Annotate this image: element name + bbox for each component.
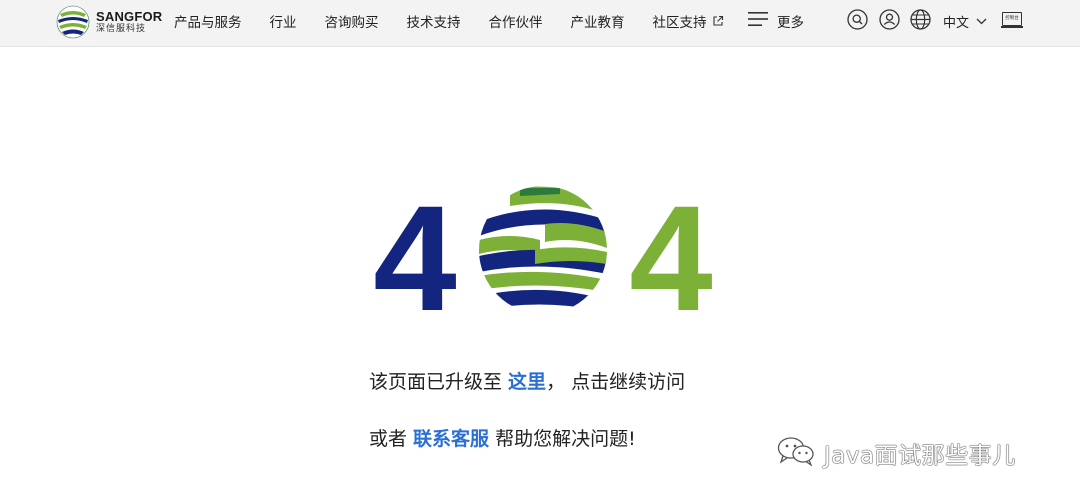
sangfor-globe-icon	[479, 186, 607, 314]
console-button[interactable]: 控制台	[1001, 12, 1023, 28]
language-select[interactable]: 中文	[943, 12, 987, 31]
chevron-down-icon	[976, 18, 987, 25]
search-button[interactable]	[846, 8, 868, 34]
sangfor-logo[interactable]: SANGFOR 深信服科技	[56, 4, 162, 40]
nav-item-tech-support[interactable]: 技术支持	[407, 11, 461, 31]
nav-item-community-label: 社区支持	[652, 15, 707, 31]
globe-icon	[909, 8, 931, 34]
external-link-icon	[712, 15, 724, 27]
error-404-graphic: 4 4	[373, 180, 712, 320]
watermark-text: Java面试那些事儿	[824, 443, 1016, 469]
site-header: SANGFOR 深信服科技 产品与服务 行业 咨询购买 技术支持 合作伙伴 产业…	[0, 0, 1080, 47]
language-globe-button[interactable]	[909, 8, 931, 34]
nav-item-consult-purchase[interactable]: 咨询购买	[325, 11, 379, 31]
wechat-icon	[776, 436, 816, 470]
search-icon	[846, 8, 868, 34]
here-link[interactable]: 这里	[508, 371, 546, 393]
more-menu-button[interactable]: 更多	[748, 11, 804, 31]
contact-message-prefix: 或者	[369, 428, 414, 450]
nav-item-community[interactable]: 社区支持	[653, 11, 724, 31]
nav-item-industry[interactable]: 行业	[270, 11, 297, 31]
nav-item-education[interactable]: 产业教育	[571, 11, 625, 31]
sangfor-globe-logo-icon	[56, 5, 90, 39]
nav-item-partners[interactable]: 合作伙伴	[489, 11, 543, 31]
error-code-digit-left: 4	[373, 180, 456, 320]
wechat-watermark: Java面试那些事儿	[776, 436, 1016, 470]
logo-subtitle-text: 深信服科技	[96, 24, 147, 34]
contact-message-suffix: 帮助您解决问题!	[489, 428, 636, 450]
more-label: 更多	[777, 15, 804, 31]
redirect-message: 该页面已升级至 这里， 点击继续访问	[369, 367, 685, 394]
contact-support-link[interactable]: 联系客服	[413, 428, 489, 450]
console-label: 控制台	[1005, 16, 1019, 21]
nav-item-products[interactable]: 产品与服务	[174, 11, 242, 31]
user-icon	[878, 8, 900, 34]
main-nav: 产品与服务 行业 咨询购买 技术支持 合作伙伴 产业教育 社区支持	[174, 0, 724, 42]
console-icon: 控制台	[1002, 12, 1022, 26]
menu-icon	[748, 11, 768, 31]
error-code-digit-right: 4	[629, 180, 712, 320]
redirect-message-suffix: ， 点击继续访问	[546, 371, 686, 393]
user-account-button[interactable]	[878, 8, 900, 34]
contact-message: 或者 联系客服 帮助您解决问题!	[369, 424, 636, 451]
redirect-message-prefix: 该页面已升级至	[369, 371, 509, 393]
logo-brand-text: SANGFOR	[96, 9, 163, 24]
language-label: 中文	[943, 16, 970, 31]
console-icon-base	[1001, 26, 1023, 28]
